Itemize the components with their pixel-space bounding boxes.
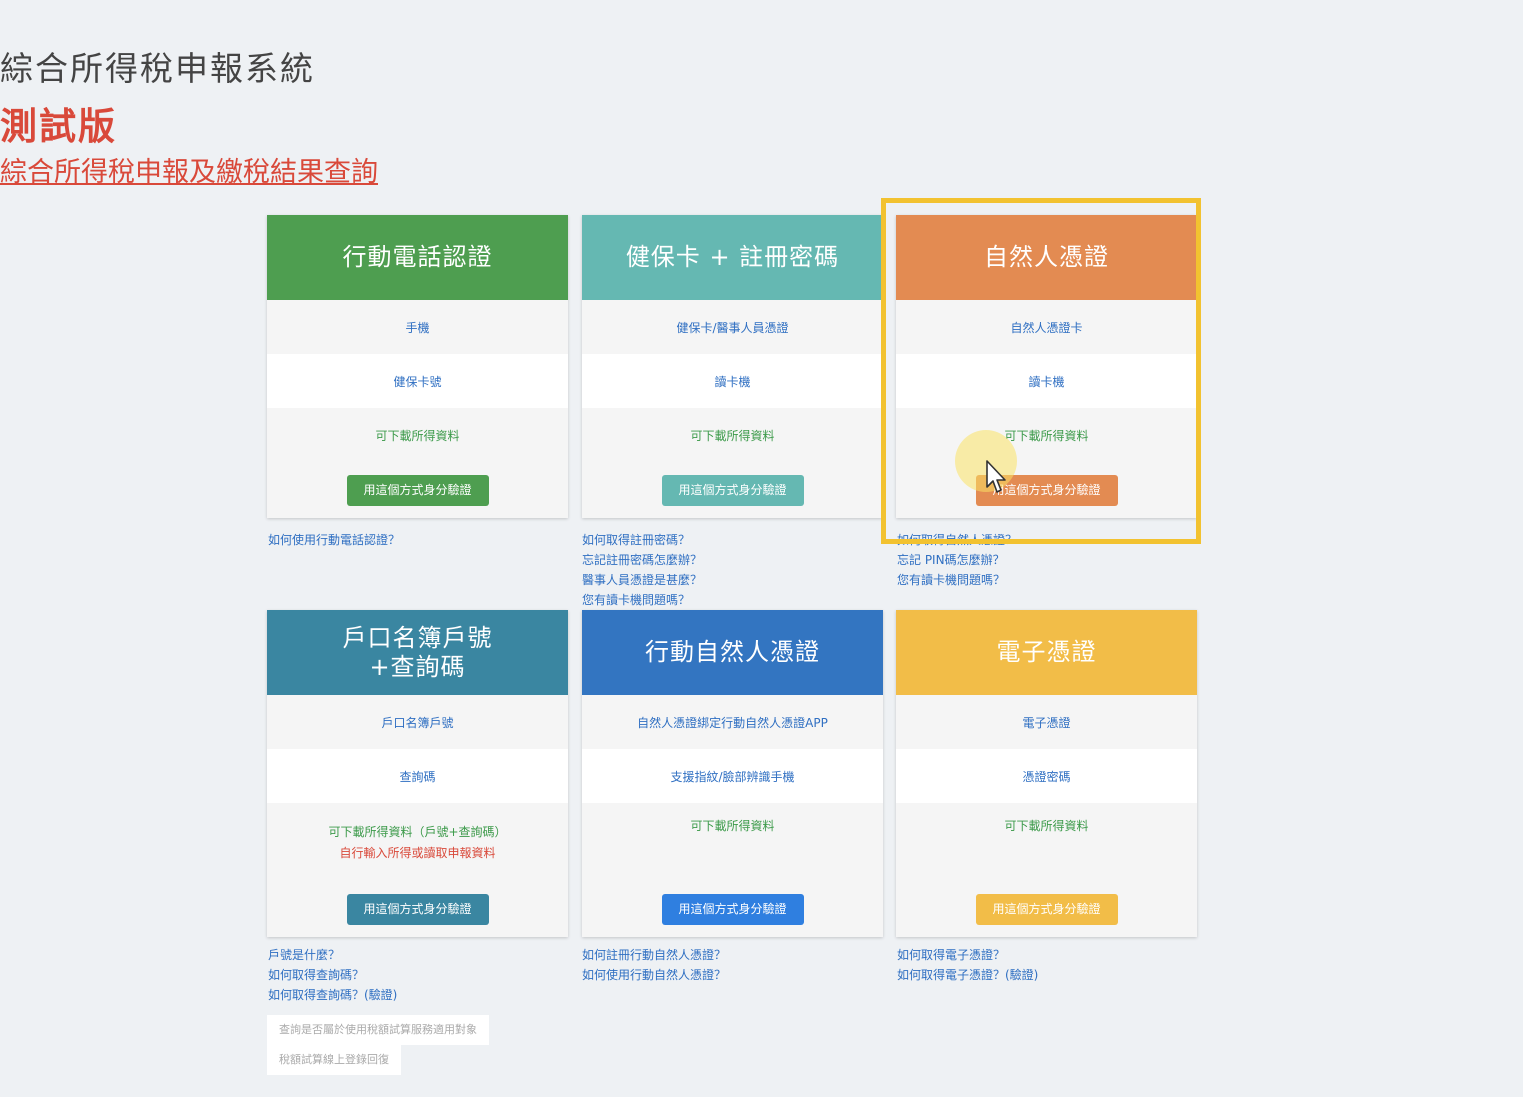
help-link[interactable]: 如何註冊行動自然人憑證？: [582, 945, 902, 965]
tax-estimate-eligibility-link[interactable]: 查詢是否屬於使用稅額試算服務適用對象: [267, 1015, 489, 1045]
card-button-row: 用這個方式身分驗證: [896, 462, 1197, 518]
help-link[interactable]: 如何取得電子憑證？: [897, 945, 1217, 965]
card-row-text: 可下載所得資料（戶號+查詢碼）: [328, 825, 507, 839]
help-link[interactable]: 如何使用行動自然人憑證？: [582, 965, 902, 985]
card-row: 自然人憑證卡: [896, 300, 1197, 354]
card-button-row: 用這個方式身分驗證: [267, 462, 568, 518]
card-button-row: 用這個方式身分驗證: [582, 881, 883, 937]
help-link[interactable]: 忘記 PIN碼怎麼辦？: [897, 550, 1217, 570]
card-row: 查詢碼: [267, 749, 568, 803]
help-links: 如何取得註冊密碼？ 忘記註冊密碼怎麼辦？ 醫事人員憑證是甚麼？ 您有讀卡機問題嗎…: [582, 530, 902, 610]
card-row-note: 自行輸入所得或讀取申報資料: [339, 846, 496, 860]
help-links: 如何使用行動電話認證？: [268, 530, 588, 550]
card-row: 可下載所得資料: [267, 408, 568, 462]
card-row: 讀卡機: [582, 354, 883, 408]
verify-button[interactable]: 用這個方式身分驗證: [661, 474, 804, 506]
card-row: 讀卡機: [896, 354, 1197, 408]
help-link[interactable]: 忘記註冊密碼怎麼辦？: [582, 550, 902, 570]
card-title-line1: 戶口名簿戶號: [342, 623, 493, 652]
card-row: 憑證密碼: [896, 749, 1197, 803]
card-row: 健保卡號: [267, 354, 568, 408]
card-row: 自然人憑證綁定行動自然人憑證APP: [582, 695, 883, 749]
card-button-row: 用這個方式身分驗證: [582, 462, 883, 518]
help-links: 如何取得自然人憑證？ 忘記 PIN碼怎麼辦？ 您有讀卡機問題嗎？: [897, 530, 1217, 590]
help-link[interactable]: 醫事人員憑證是甚麼？: [582, 570, 902, 590]
help-link[interactable]: 如何取得註冊密碼？: [582, 530, 902, 550]
verify-button[interactable]: 用這個方式身分驗證: [975, 474, 1118, 506]
card-row: 可下載所得資料: [896, 803, 1197, 881]
card-electronic-certificate: 電子憑證 電子憑證 憑證密碼 可下載所得資料 用這個方式身分驗證: [896, 610, 1197, 937]
card-title: 戶口名簿戶號 +查詢碼: [267, 610, 568, 695]
card-row: 電子憑證: [896, 695, 1197, 749]
help-links: 戶號是什麼？ 如何取得查詢碼？ 如何取得查詢碼？(驗證): [268, 945, 588, 1005]
card-row: 可下載所得資料: [582, 408, 883, 462]
card-row: 戶口名簿戶號: [267, 695, 568, 749]
card-title: 電子憑證: [896, 610, 1197, 695]
card-row: 健保卡/醫事人員憑證: [582, 300, 883, 354]
card-row-text: 可下載所得資料: [690, 819, 775, 833]
help-links: 如何註冊行動自然人憑證？ 如何使用行動自然人憑證？: [582, 945, 902, 985]
card-title-line2: +查詢碼: [369, 652, 466, 681]
card-mobile-phone: 行動電話認證 手機 健保卡號 可下載所得資料 用這個方式身分驗證: [267, 215, 568, 518]
card-title: 健保卡 + 註冊密碼: [582, 215, 883, 300]
verify-button[interactable]: 用這個方式身分驗證: [661, 893, 804, 925]
card-mobile-citizen-certificate: 行動自然人憑證 自然人憑證綁定行動自然人憑證APP 支援指紋/臉部辨識手機 可下…: [582, 610, 883, 937]
help-link[interactable]: 如何取得自然人憑證？: [897, 530, 1217, 550]
tax-estimate-reply-link[interactable]: 稅額試算線上登錄回復: [267, 1045, 401, 1075]
beta-label: 測試版: [0, 105, 117, 148]
help-link[interactable]: 您有讀卡機問題嗎？: [897, 570, 1217, 590]
card-button-row: 用這個方式身分驗證: [896, 881, 1197, 937]
help-link[interactable]: 戶號是什麼？: [268, 945, 588, 965]
verify-button[interactable]: 用這個方式身分驗證: [346, 893, 489, 925]
card-household-register: 戶口名簿戶號 +查詢碼 戶口名簿戶號 查詢碼 可下載所得資料（戶號+查詢碼） 自…: [267, 610, 568, 937]
page-title: 綜合所得稅申報系統: [0, 49, 315, 88]
card-title: 行動電話認證: [267, 215, 568, 300]
tax-result-query-link[interactable]: 綜合所得稅申報及繳稅結果查詢: [0, 150, 1523, 189]
card-title: 行動自然人憑證: [582, 610, 883, 695]
card-row: 可下載所得資料: [896, 408, 1197, 462]
card-title: 自然人憑證: [896, 215, 1197, 300]
help-link[interactable]: 如何使用行動電話認證？: [268, 530, 588, 550]
card-row-text: 可下載所得資料: [1004, 819, 1089, 833]
help-link[interactable]: 您有讀卡機問題嗎？: [582, 590, 902, 610]
verify-button[interactable]: 用這個方式身分驗證: [346, 474, 489, 506]
help-link[interactable]: 如何取得電子憑證？(驗證): [897, 965, 1217, 985]
card-button-row: 用這個方式身分驗證: [267, 881, 568, 937]
card-citizen-certificate: 自然人憑證 自然人憑證卡 讀卡機 可下載所得資料 用這個方式身分驗證: [896, 215, 1197, 518]
help-link[interactable]: 如何取得查詢碼？(驗證): [268, 985, 588, 1005]
card-row: 手機: [267, 300, 568, 354]
verify-button[interactable]: 用這個方式身分驗證: [975, 893, 1118, 925]
card-row: 可下載所得資料（戶號+查詢碼） 自行輸入所得或讀取申報資料: [267, 803, 568, 881]
card-row: 支援指紋/臉部辨識手機: [582, 749, 883, 803]
help-links: 如何取得電子憑證？ 如何取得電子憑證？(驗證): [897, 945, 1217, 985]
card-health-card: 健保卡 + 註冊密碼 健保卡/醫事人員憑證 讀卡機 可下載所得資料 用這個方式身…: [582, 215, 883, 518]
card-row: 可下載所得資料: [582, 803, 883, 881]
help-link[interactable]: 如何取得查詢碼？: [268, 965, 588, 985]
